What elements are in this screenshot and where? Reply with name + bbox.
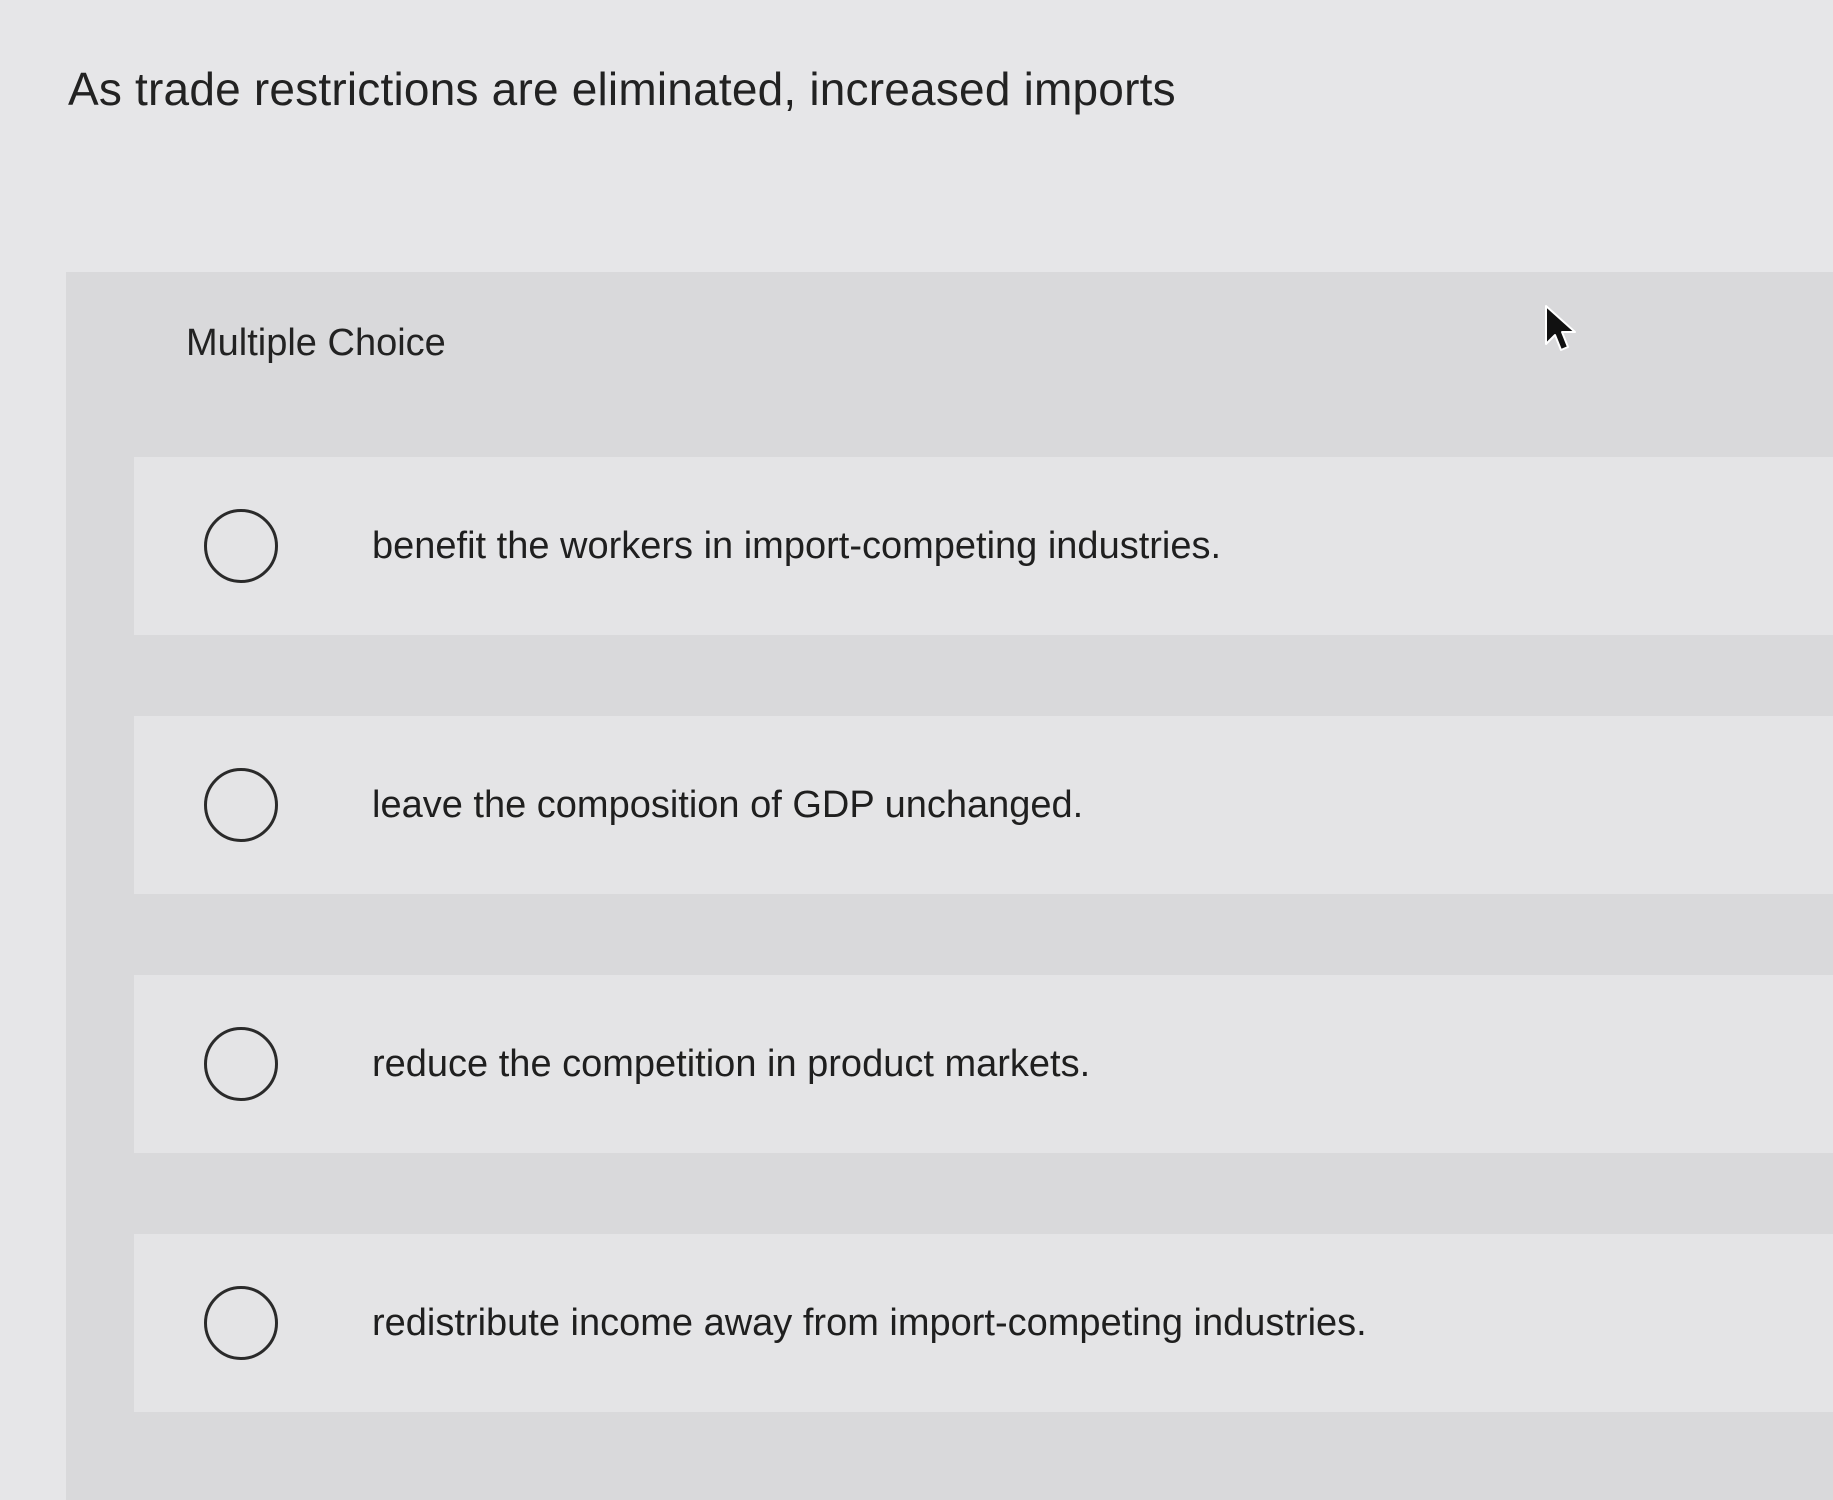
answer-option-label: leave the composition of GDP unchanged.	[372, 783, 1084, 826]
answer-option-3[interactable]: reduce the competition in product market…	[134, 975, 1833, 1153]
answer-option-label: redistribute income away from import-com…	[372, 1301, 1367, 1344]
answer-option-label: reduce the competition in product market…	[372, 1042, 1091, 1085]
mouse-pointer-icon	[1545, 305, 1576, 351]
radio-unselected-icon[interactable]	[204, 1027, 278, 1101]
multiple-choice-panel: Multiple Choice benefit the workers in i…	[66, 272, 1833, 1500]
question-prompt: As trade restrictions are eliminated, in…	[68, 63, 1176, 115]
answer-option-label: benefit the workers in import-competing …	[372, 524, 1222, 567]
multiple-choice-label: Multiple Choice	[186, 322, 446, 364]
answer-option-2[interactable]: leave the composition of GDP unchanged.	[134, 716, 1833, 894]
radio-unselected-icon[interactable]	[204, 768, 278, 842]
answer-option-1[interactable]: benefit the workers in import-competing …	[134, 457, 1833, 635]
answer-option-4[interactable]: redistribute income away from import-com…	[134, 1234, 1833, 1412]
radio-unselected-icon[interactable]	[204, 509, 278, 583]
radio-unselected-icon[interactable]	[204, 1286, 278, 1360]
